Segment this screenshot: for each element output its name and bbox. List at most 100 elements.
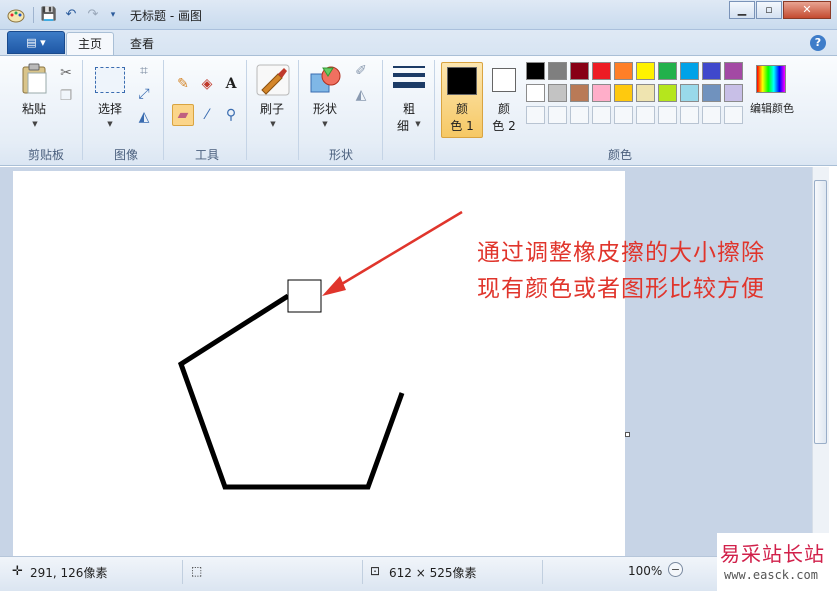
- palette-swatch[interactable]: [548, 84, 567, 102]
- color-picker-icon[interactable]: ⁄: [196, 104, 218, 126]
- palette-swatch[interactable]: [614, 62, 633, 80]
- palette-swatch[interactable]: [636, 62, 655, 80]
- undo-icon[interactable]: ↶: [62, 6, 80, 24]
- rotate-icon[interactable]: ◭: [133, 106, 155, 128]
- edit-colors-label[interactable]: 编辑颜色: [744, 100, 800, 116]
- custom-color-slot[interactable]: [658, 106, 677, 124]
- file-menu-button[interactable]: ▤ ▾: [7, 31, 65, 54]
- custom-color-slot[interactable]: [702, 106, 721, 124]
- brushes-dropdown-icon[interactable]: ▼: [268, 120, 278, 128]
- palette-swatch[interactable]: [570, 84, 589, 102]
- shapes-label[interactable]: 形状: [305, 100, 345, 117]
- tab-home[interactable]: 主页: [66, 32, 114, 56]
- brushes-icon[interactable]: [256, 64, 290, 96]
- color2-label-line1[interactable]: 颜: [484, 100, 524, 117]
- custom-color-slot[interactable]: [614, 106, 633, 124]
- canvas-size-icon: ⊡: [370, 564, 381, 578]
- colors-group-label: 颜色: [607, 148, 632, 162]
- group-separator: [382, 60, 383, 160]
- fill-shape-icon[interactable]: ◭: [350, 84, 372, 106]
- quick-access-separator: [33, 7, 34, 23]
- text-icon[interactable]: A: [220, 73, 242, 95]
- edit-colors-icon[interactable]: [756, 65, 786, 93]
- help-icon[interactable]: ?: [810, 35, 826, 51]
- custom-color-slot[interactable]: [680, 106, 699, 124]
- zoom-out-icon[interactable]: −: [668, 562, 683, 577]
- palette-swatch[interactable]: [724, 62, 743, 80]
- palette-swatch[interactable]: [680, 84, 699, 102]
- crop-icon[interactable]: ⌗: [133, 60, 155, 82]
- canvas-size: 612 × 525像素: [389, 566, 477, 580]
- palette-swatch[interactable]: [570, 62, 589, 80]
- custom-color-slot[interactable]: [526, 106, 545, 124]
- paste-dropdown-icon[interactable]: ▼: [30, 120, 40, 128]
- annotation-line2: 现有颜色或者图形比较方便: [477, 276, 765, 302]
- custom-color-slot[interactable]: [548, 106, 567, 124]
- copy-icon[interactable]: ❐: [55, 85, 77, 107]
- selection-size-icon: ⬚: [191, 564, 203, 578]
- zoom-level: 100%: [628, 564, 663, 578]
- palette-swatch[interactable]: [658, 62, 677, 80]
- customize-quick-access-icon[interactable]: ▾: [104, 6, 122, 24]
- palette-swatch[interactable]: [636, 84, 655, 102]
- palette-swatch[interactable]: [658, 84, 677, 102]
- close-button[interactable]: ✕: [783, 1, 831, 19]
- cursor-position-icon: ✛: [12, 564, 23, 579]
- resize-icon[interactable]: ⤢: [133, 83, 155, 105]
- group-separator: [246, 60, 247, 160]
- status-separator: [362, 560, 363, 584]
- size-dropdown-icon[interactable]: ▼: [413, 120, 423, 128]
- save-icon[interactable]: 💾: [40, 6, 58, 24]
- palette-swatch[interactable]: [526, 84, 545, 102]
- fill-icon[interactable]: ◈: [196, 73, 218, 95]
- color2-label-line2[interactable]: 色 2: [484, 117, 524, 134]
- custom-color-slot[interactable]: [570, 106, 589, 124]
- select-icon[interactable]: [95, 67, 125, 93]
- palette-swatch[interactable]: [526, 62, 545, 80]
- shapes-dropdown-icon[interactable]: ▼: [320, 120, 330, 128]
- custom-color-slot[interactable]: [636, 106, 655, 124]
- paste-icon[interactable]: [20, 63, 50, 95]
- group-separator: [82, 60, 83, 160]
- group-separator: [298, 60, 299, 160]
- canvas-resize-handle[interactable]: [625, 432, 630, 437]
- palette-swatch[interactable]: [592, 62, 611, 80]
- shapes-icon[interactable]: [309, 64, 343, 96]
- palette-swatch[interactable]: [702, 84, 721, 102]
- cursor-position: 291, 126像素: [30, 566, 108, 580]
- minimize-button[interactable]: ▁: [729, 1, 755, 19]
- status-separator: [542, 560, 543, 584]
- select-label[interactable]: 选择: [90, 100, 130, 117]
- color1-label-line2: 色 1: [450, 119, 474, 133]
- color2-swatch[interactable]: [492, 68, 516, 92]
- outline-icon[interactable]: ✐: [350, 60, 372, 82]
- paint-app-icon[interactable]: [6, 6, 26, 24]
- palette-swatch[interactable]: [702, 62, 721, 80]
- select-dropdown-icon[interactable]: ▼: [105, 120, 115, 128]
- watermark-title: 易采站长站: [720, 542, 825, 566]
- paste-label[interactable]: 粘贴: [14, 100, 54, 117]
- palette-swatch[interactable]: [680, 62, 699, 80]
- group-separator: [163, 60, 164, 160]
- tab-view[interactable]: 查看: [118, 33, 166, 55]
- drawing-canvas[interactable]: [13, 171, 625, 556]
- redo-icon[interactable]: ↷: [84, 6, 102, 24]
- custom-color-slot[interactable]: [724, 106, 743, 124]
- size-label-line1[interactable]: 粗: [392, 100, 426, 117]
- eraser-icon[interactable]: ▰: [172, 104, 194, 126]
- cut-icon[interactable]: ✂: [55, 62, 77, 84]
- palette-swatch[interactable]: [724, 84, 743, 102]
- group-separator: [434, 60, 435, 160]
- custom-color-slot[interactable]: [592, 106, 611, 124]
- palette-swatch[interactable]: [614, 84, 633, 102]
- palette-swatch[interactable]: [592, 84, 611, 102]
- maximize-button[interactable]: ▫: [756, 1, 782, 19]
- tools-group-label: 工具: [194, 148, 219, 162]
- color-palette: [526, 62, 746, 128]
- palette-swatch[interactable]: [548, 62, 567, 80]
- size-icon[interactable]: [392, 64, 426, 94]
- magnifier-icon[interactable]: ⚲: [220, 104, 242, 126]
- vertical-scrollbar-thumb[interactable]: [814, 180, 827, 444]
- pencil-icon[interactable]: ✎: [172, 73, 194, 95]
- brushes-label[interactable]: 刷子: [252, 100, 292, 117]
